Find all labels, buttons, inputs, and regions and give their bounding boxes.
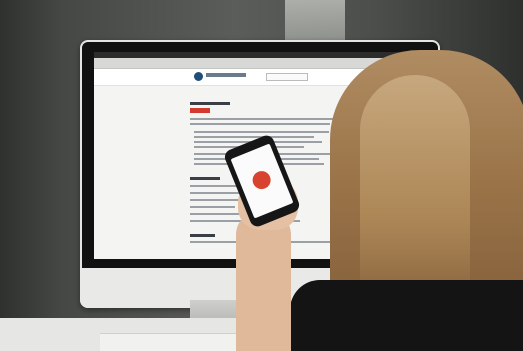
photo-scene: [0, 0, 523, 351]
body-text-line: [190, 213, 240, 215]
site-logo-icon: [194, 72, 203, 81]
body-text-line: [190, 123, 330, 125]
site-search-box: [266, 73, 308, 81]
body-text-line: [194, 131, 329, 133]
body-text-line: [190, 199, 245, 201]
section-heading-blur: [190, 177, 220, 180]
app-logo-icon: [249, 168, 274, 192]
body-text-line: [190, 206, 235, 208]
body-text-line: [190, 192, 240, 194]
site-logo-wordmark: [206, 73, 246, 77]
body-text-line: [190, 118, 340, 120]
body-text-line: [194, 136, 314, 138]
person-shirt: [290, 280, 523, 351]
section-heading-blur: [190, 234, 215, 237]
page-heading-blur: [190, 102, 230, 105]
person-arm: [236, 210, 291, 351]
person-hair-highlight: [360, 75, 470, 305]
red-label-blur: [190, 108, 210, 113]
background-light-panel: [285, 0, 345, 45]
